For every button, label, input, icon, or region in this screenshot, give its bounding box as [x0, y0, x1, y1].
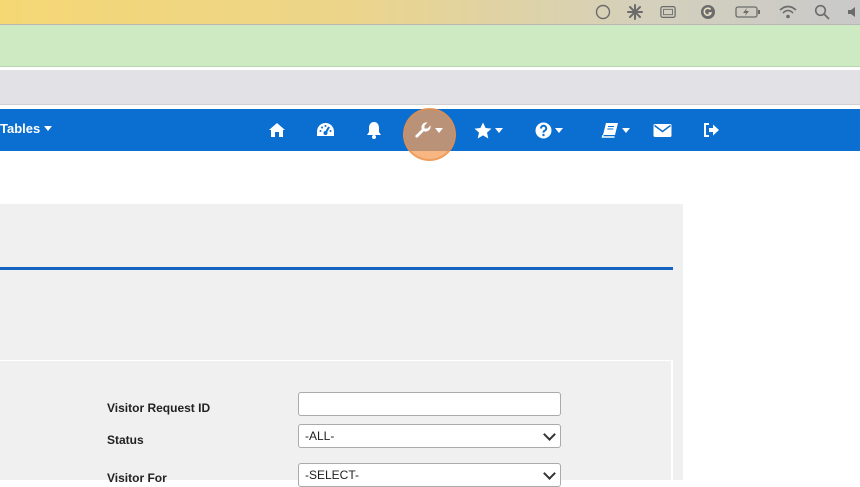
tables-menu-label: Tables	[0, 121, 41, 136]
status-select-value: -ALL-	[305, 429, 335, 443]
system-menu-bar	[0, 0, 860, 25]
dashboard-button[interactable]	[316, 120, 335, 140]
question-icon	[535, 122, 552, 139]
search-icon[interactable]	[814, 4, 830, 20]
volume-icon[interactable]	[846, 4, 860, 20]
visitor-for-select[interactable]: -SELECT-	[298, 463, 561, 487]
bell-icon	[366, 121, 382, 139]
visitor-request-id-input[interactable]	[298, 392, 561, 416]
visitor-request-id-label: Visitor Request ID	[107, 401, 211, 415]
secondary-header-bar	[0, 70, 860, 105]
grammarly-icon[interactable]	[700, 4, 716, 20]
chevron-down-icon	[435, 127, 443, 133]
star-icon	[474, 122, 492, 139]
chevron-down-icon	[622, 127, 630, 133]
help-menu[interactable]	[535, 120, 563, 140]
battery-icon[interactable]	[735, 4, 761, 20]
main-navbar: Tables	[0, 108, 860, 161]
chevron-down-icon	[44, 126, 53, 131]
envelope-icon	[653, 123, 672, 138]
home-icon	[268, 122, 286, 138]
wifi-icon[interactable]	[779, 4, 797, 20]
dashboard-icon	[316, 122, 335, 138]
asterisk-icon[interactable]	[627, 4, 643, 20]
status-select[interactable]: -ALL-	[298, 424, 561, 448]
book-icon	[601, 122, 619, 138]
favorites-menu[interactable]	[474, 120, 503, 140]
chevron-down-icon	[543, 427, 556, 441]
wrench-icon	[414, 121, 432, 139]
circle-icon[interactable]	[595, 4, 611, 20]
chevron-down-icon	[555, 127, 563, 133]
messages-button[interactable]	[653, 120, 672, 140]
notifications-button[interactable]	[366, 120, 382, 140]
chevron-down-icon	[543, 466, 556, 480]
status-label: Status	[107, 433, 144, 447]
window-icon[interactable]	[660, 4, 676, 20]
notification-banner	[0, 25, 860, 67]
visitor-for-label: Visitor For	[107, 471, 167, 485]
home-button[interactable]	[268, 120, 286, 140]
tools-menu[interactable]	[414, 120, 443, 140]
search-form	[0, 360, 673, 480]
chevron-down-icon	[495, 127, 503, 133]
section-divider	[0, 267, 673, 270]
logout-button[interactable]	[703, 120, 720, 140]
documentation-menu[interactable]	[601, 120, 630, 140]
tables-menu[interactable]: Tables	[0, 121, 53, 136]
sign-out-icon	[703, 122, 720, 138]
